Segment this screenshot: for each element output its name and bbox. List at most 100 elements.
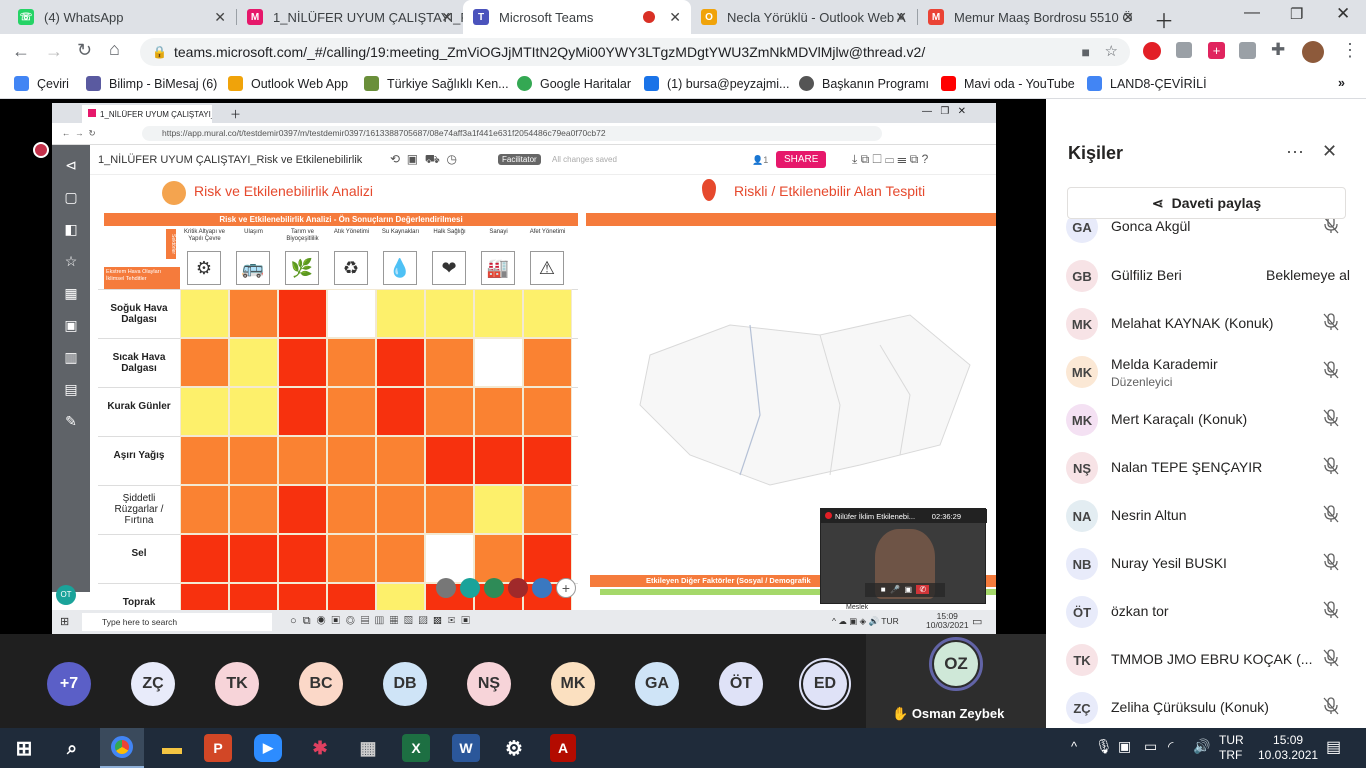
user-count: 👤1 [752, 155, 769, 165]
tab-label: Memur Maaş Bordrosu 5510 Ö [954, 9, 1133, 25]
bookmark-item[interactable]: LAND8-ÇEVİRİLİ [1087, 76, 1207, 91]
bookmarks-overflow-icon[interactable]: » [1338, 76, 1345, 90]
shared-url: https://app.mural.co/t/testdemir0397/m/t… [142, 126, 882, 141]
extension-icon[interactable] [1143, 42, 1161, 60]
active-speaker-tile[interactable]: OZ ✋ Osman Zeybek [866, 634, 1046, 728]
wifi-icon[interactable]: ◜ [1168, 738, 1173, 755]
participant-avatar[interactable]: ÖT [719, 662, 763, 706]
bookmark-item[interactable]: Bilimp - BiMesaj (6) [86, 76, 217, 91]
bookmark-item[interactable]: Mavi oda - YouTube [941, 76, 1075, 91]
more-options-icon[interactable]: ··· [1286, 141, 1304, 162]
close-icon[interactable]: ✕ [214, 9, 226, 26]
participant-avatar[interactable]: BC [299, 662, 343, 706]
tab-microsoft-teams[interactable]: T Microsoft Teams ✕ [463, 0, 691, 34]
bookmark-item[interactable]: Başkanın Programı [799, 76, 929, 91]
participant-avatar: MK [1066, 356, 1098, 388]
close-icon[interactable]: ✕ [441, 9, 453, 26]
participant-row[interactable]: MK Melahat KAYNAK (Konuk) [1046, 300, 1366, 348]
settings-gear-icon[interactable]: ⚙ [498, 732, 530, 764]
close-panel-button[interactable]: ✕ [1322, 141, 1337, 162]
tab-outlook[interactable]: O Necla Yörüklü - Outlook Web A ✕ [691, 0, 917, 34]
matrix-cell [278, 485, 327, 534]
bookmark-item[interactable]: Google Haritalar [517, 76, 631, 91]
battery-icon[interactable]: ▭ [1144, 738, 1157, 755]
camera-icon[interactable]: ■ [1082, 38, 1090, 66]
matrix-cell [278, 289, 327, 338]
new-tab-button[interactable]: ＋ [1154, 5, 1174, 34]
participant-avatar[interactable]: DB [383, 662, 427, 706]
zoom-icon[interactable]: ▶ [254, 734, 282, 762]
hazards-label: Ekstrem Hava Olayları İklimsel Tehditler [104, 267, 180, 289]
participant-avatar[interactable]: GA [635, 662, 679, 706]
profile-avatar[interactable] [1302, 41, 1324, 63]
bookmark-item[interactable]: Çeviri [14, 76, 69, 91]
sector-icon: 🚌 [236, 251, 270, 285]
extensions-puzzle-icon[interactable]: ✚ [1271, 40, 1285, 60]
sectors-label: Sektörler [166, 229, 176, 259]
home-button[interactable]: ⌂ [109, 39, 120, 60]
participant-avatar[interactable]: NŞ [467, 662, 511, 706]
window-close-button[interactable]: ✕ [1336, 4, 1350, 24]
participant-avatar[interactable]: ZÇ [131, 662, 175, 706]
participant-avatar: GB [1066, 260, 1098, 292]
participant-row[interactable]: NA Nesrin Altun [1046, 492, 1366, 540]
close-icon[interactable]: ✕ [669, 9, 681, 26]
participant-avatar[interactable]: +7 [47, 662, 91, 706]
powerpoint-icon[interactable]: P [204, 734, 232, 762]
participant-row[interactable]: GB Gülfiliz Beri Beklemeye al [1046, 252, 1366, 300]
extension-icon[interactable] [1176, 42, 1192, 58]
language-indicator[interactable]: TUR TRF [1219, 733, 1244, 763]
microphone-icon[interactable]: 🎙 [1095, 738, 1113, 755]
participant-row[interactable]: ÖT özkan tor [1046, 588, 1366, 636]
matrix-cell [180, 387, 229, 436]
chrome-taskbar-icon[interactable] [100, 728, 144, 768]
search-icon[interactable]: ⌕ [56, 732, 88, 764]
matrix-cell [425, 485, 474, 534]
tab-whatsapp[interactable]: ☏ (4) WhatsApp ✕ [8, 0, 236, 34]
windows-start-icon[interactable]: ⊞ [8, 732, 40, 764]
url-bar[interactable]: 🔒 teams.microsoft.com/_#/calling/19:meet… [140, 38, 1130, 66]
matrix-cell [327, 338, 376, 387]
share-invite-button[interactable]: ⋖ Daveti paylaş [1067, 187, 1346, 219]
system-clock[interactable]: 15:09 10.03.2021 [1258, 733, 1318, 763]
notification-center-icon[interactable]: ▤ [1326, 737, 1341, 757]
close-icon[interactable]: ✕ [895, 9, 907, 26]
participant-row[interactable]: MK Mert Karaçalı (Konuk) [1046, 396, 1366, 444]
bookmark-item[interactable]: (1) bursa@peyzajmi... [644, 76, 789, 91]
participant-row[interactable]: GA Gonca Akgül [1046, 219, 1366, 251]
participant-gallery: +7 ZÇ TK BC DB NŞ MK GA ÖT ED OZ ✋ Osman Zeybek [0, 634, 1046, 728]
mic-muted-icon [1323, 553, 1339, 575]
menu-dots-icon[interactable]: ⋮ [1341, 40, 1359, 61]
minimize-button[interactable]: — [1244, 4, 1260, 22]
calculator-icon[interactable]: ▦ [352, 732, 384, 764]
participant-avatar[interactable]: TK [215, 662, 259, 706]
participant-row[interactable]: MK Melda Karademir Düzenleyici [1046, 348, 1366, 396]
volume-icon[interactable]: 🔊 [1193, 738, 1210, 755]
speaker-ring: OZ [929, 637, 983, 691]
close-icon[interactable]: ✕ [1122, 9, 1134, 26]
tray-chevron-icon[interactable]: ^ [1071, 739, 1077, 754]
acrobat-icon[interactable]: A [550, 734, 576, 762]
file-explorer-icon[interactable]: ▬ [156, 732, 188, 764]
participant-avatar[interactable]: MK [551, 662, 595, 706]
word-icon[interactable]: W [452, 734, 480, 762]
participant-row[interactable]: NŞ Nalan TEPE ŞENÇAYIR [1046, 444, 1366, 492]
network-icon[interactable]: ▣ [1118, 738, 1131, 755]
bookmark-star-icon[interactable]: ☆ [1105, 38, 1118, 66]
participant-row[interactable]: TK TMMOB JMO EBRU KOÇAK (... [1046, 636, 1366, 684]
extension-plus-icon[interactable]: + [1208, 42, 1225, 59]
back-button[interactable]: ← [12, 41, 30, 62]
paint-icon[interactable]: ✱ [304, 732, 336, 764]
reload-button[interactable]: ↻ [77, 40, 92, 61]
bookmark-item[interactable]: Outlook Web App [228, 76, 348, 91]
participant-avatar[interactable]: ED [803, 662, 847, 706]
bookmark-item[interactable]: Türkiye Sağlıklı Ken... [364, 76, 509, 91]
participant-row[interactable]: NB Nuray Yesil BUSKI [1046, 540, 1366, 588]
extension-icon[interactable] [1239, 42, 1256, 59]
participant-row[interactable]: ZÇ Zeliha Çürüksulu (Konuk) [1046, 684, 1366, 728]
maximize-button[interactable]: ❐ [1290, 5, 1303, 23]
tab-mural[interactable]: M 1_NİLÜFER UYUM ÇALIŞTAYI_R ✕ [237, 0, 463, 34]
excel-icon[interactable]: X [402, 734, 430, 762]
forward-button[interactable]: → [45, 41, 63, 62]
tab-gmail[interactable]: M Memur Maaş Bordrosu 5510 Ö ✕ [918, 0, 1144, 34]
